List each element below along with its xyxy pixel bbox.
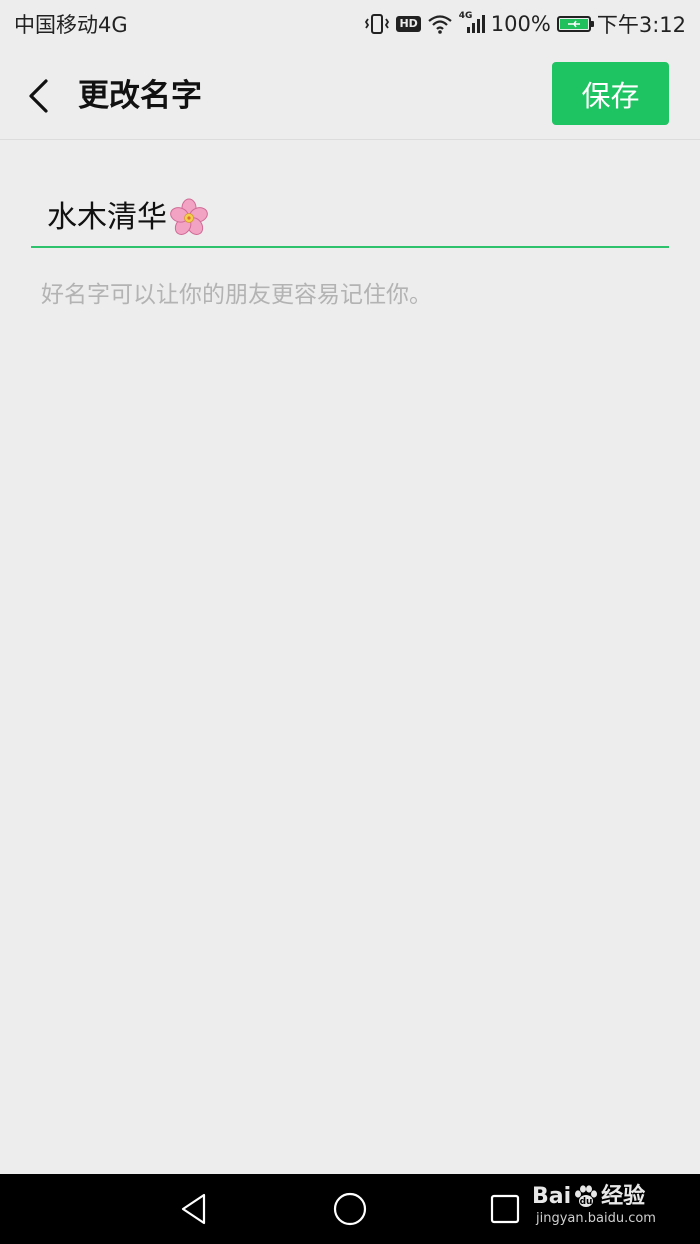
battery-icon: [556, 16, 594, 32]
svg-text:du: du: [580, 1197, 593, 1207]
carrier-label: 中国移动4G: [14, 13, 128, 37]
nav-bar: Bai du 经验 jingyan.baidu.com: [0, 1174, 700, 1244]
hd-badge: HD: [396, 16, 421, 32]
watermark-brand-left: Bai: [532, 1184, 572, 1209]
nav-recents-button[interactable]: [470, 1174, 540, 1244]
battery-fill: [559, 19, 588, 29]
screen: 中国移动4G HD 4G 100% 下午3:12 更改名字 保存 水木清华 好名…: [0, 0, 700, 1244]
circle-home-icon: [333, 1192, 367, 1226]
watermark-brand-right: 经验: [601, 1184, 646, 1209]
name-hint: 好名字可以让你的朋友更容易记住你。: [41, 282, 432, 308]
baidu-jingyan-watermark: Bai du 经验 jingyan.baidu.com: [532, 1184, 692, 1240]
nav-back-button[interactable]: [160, 1174, 230, 1244]
vibrate-icon: [364, 13, 390, 35]
chevron-left-icon: [29, 79, 48, 113]
cherry-blossom-icon: [170, 198, 208, 235]
triangle-back-icon: [181, 1193, 206, 1225]
name-input[interactable]: 水木清华: [31, 190, 669, 248]
network-type-label: 4G: [458, 11, 473, 21]
square-recents-icon: [490, 1194, 520, 1224]
battery-percent: 100%: [490, 12, 551, 36]
save-button[interactable]: 保存: [552, 62, 669, 125]
header: 更改名字 保存: [0, 52, 700, 140]
watermark-url: jingyan.baidu.com: [536, 1211, 656, 1226]
back-button[interactable]: [18, 74, 58, 118]
wifi-icon: [427, 13, 453, 35]
signal-icon: 4G: [458, 11, 485, 35]
nav-home-button[interactable]: [315, 1174, 385, 1244]
status-bar: 中国移动4G HD 4G 100% 下午3:12: [0, 0, 700, 48]
clock: 下午3:12: [596, 13, 686, 37]
baidu-paw-icon: du: [575, 1185, 598, 1207]
page-title: 更改名字: [78, 78, 202, 114]
name-input-value: 水木清华: [47, 200, 167, 235]
